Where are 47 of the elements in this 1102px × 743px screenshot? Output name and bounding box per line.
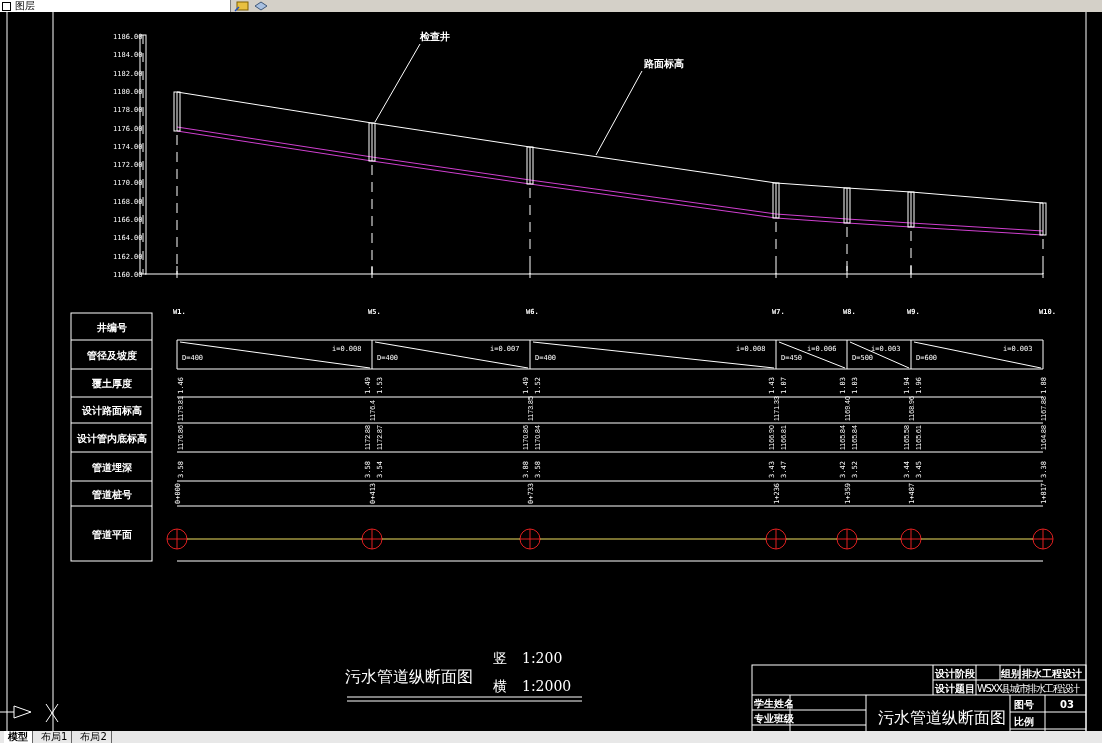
- manhole-plan-icon: [836, 528, 858, 550]
- manhole-plan-icon: [765, 528, 787, 550]
- manhole-plan-icon: [900, 528, 922, 550]
- title-block-label: 图号: [1014, 699, 1034, 710]
- row-label: 管道平面: [91, 528, 132, 540]
- manhole-drawing: [526, 146, 534, 185]
- title-block-label: 专业班级: [754, 713, 794, 724]
- title-block-label: 设计阶段: [935, 668, 975, 679]
- manhole-drawing: [368, 122, 376, 162]
- layer-tool-icon[interactable]: [234, 0, 250, 12]
- title-block-label: 设计题目: [935, 683, 975, 694]
- manhole-drawing: [907, 191, 915, 228]
- row-label: 设计路面标高: [81, 405, 142, 416]
- scale-label: 竖: [493, 650, 507, 666]
- layer-state-icon: [2, 1, 11, 11]
- manhole-plan-icon: [1032, 528, 1054, 550]
- scale-value: 1:200: [522, 650, 563, 666]
- manhole-drawing: [772, 182, 780, 219]
- callout-label: 路面标高: [644, 58, 684, 69]
- row-label: 管道桩号: [91, 488, 132, 500]
- manhole-drawing: [1039, 202, 1047, 236]
- row-label: 井编号: [96, 321, 127, 333]
- manhole-plan-icon: [166, 528, 188, 550]
- title-block-title: 污水管道纵断面图: [878, 708, 1006, 727]
- manhole-drawing: [843, 187, 851, 224]
- row-label: 管道埋深: [91, 461, 132, 473]
- manhole-plan-icon: [361, 528, 383, 550]
- drawing-title: 污水管道纵断面图: [345, 667, 473, 686]
- layout-tab[interactable]: 模型: [4, 731, 33, 743]
- layers-icon[interactable]: [253, 0, 269, 12]
- title-block-label: 比例: [1014, 716, 1034, 727]
- callout-label: 检查井: [420, 31, 450, 42]
- scale-value: 1:2000: [522, 678, 572, 694]
- row-label: 设计管内底标高: [76, 432, 147, 444]
- title-block-label: 学生姓名: [754, 698, 794, 709]
- scale-label: 横: [493, 678, 507, 694]
- manhole-drawing: [173, 91, 181, 132]
- title-block-value: WSXX县城市排水工程设计: [977, 683, 1079, 694]
- title-block-label: 组别: [1001, 668, 1021, 679]
- title-block-value: 排水工程设计: [1022, 668, 1082, 679]
- row-label: 管径及坡度: [86, 349, 137, 361]
- row-label: 覆土厚度: [91, 378, 132, 389]
- layout-tab[interactable]: 布局1: [37, 731, 73, 743]
- manhole-plan-icon: [519, 528, 541, 550]
- title-block-value: 03: [1060, 699, 1074, 710]
- layer-dropdown[interactable]: 图层: [0, 0, 231, 12]
- layout-tab[interactable]: 布局2: [76, 731, 112, 743]
